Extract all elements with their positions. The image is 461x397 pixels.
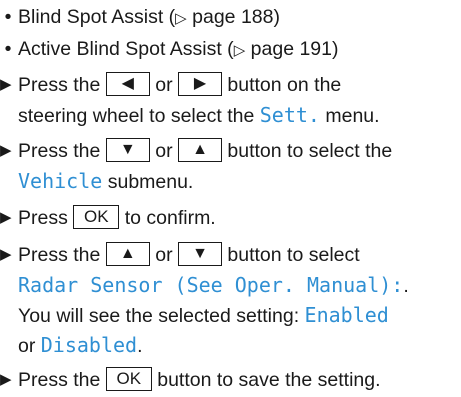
step-arrow-icon: ▶ — [0, 371, 12, 388]
step-text: or — [155, 244, 173, 266]
step-text: . — [403, 275, 409, 297]
ok-button-key: OK — [73, 204, 120, 229]
step-arrow-icon: ▶ — [0, 209, 12, 226]
bullet-label: Active Blind Spot Assist — [18, 38, 222, 60]
step-arrow-icon: ▶ — [0, 246, 12, 263]
bullet-label: Blind Spot Assist — [18, 6, 164, 28]
manual-page: • Blind Spot Assist (▷ page 188) • Activ… — [0, 0, 461, 397]
step-text: menu. — [325, 105, 380, 127]
step-text: . — [137, 335, 143, 357]
step-text: or — [18, 335, 36, 357]
page-ref: page 191 — [250, 38, 332, 60]
step-text: or — [155, 74, 173, 96]
step-text: Press — [18, 207, 68, 229]
step-text: button on the — [227, 74, 342, 96]
step-arrow-icon: ▶ — [0, 142, 12, 159]
step-text: Press the — [18, 74, 101, 96]
step-arrow-icon: ▶ — [0, 76, 12, 93]
left-button-key: ◀ — [105, 71, 150, 96]
step-text: button to select — [227, 244, 360, 266]
step-text: Press the — [18, 369, 101, 391]
page-ref-icon: ▷ — [233, 42, 246, 59]
step-text: Press the — [18, 140, 101, 162]
down-button-key: ▼ — [177, 241, 222, 266]
up-button-key: ▲ — [177, 137, 222, 162]
step-text: Press the — [18, 244, 101, 266]
setting-value-enabled: Enabled — [304, 303, 389, 327]
page-ref: page 188 — [192, 6, 274, 28]
step-text: button to select the — [227, 140, 393, 162]
menu-item-radar-sensor: Radar Sensor (See Oper. Manual): — [18, 273, 404, 297]
menu-name-sett: Sett. — [259, 103, 320, 127]
step-text: to confirm. — [124, 207, 216, 229]
step-text: steering wheel to select the — [18, 105, 255, 127]
page-ref-icon: ▷ — [175, 10, 187, 27]
step-text: button to save the setting. — [157, 369, 381, 391]
submenu-name-vehicle: Vehicle — [18, 169, 103, 193]
step-text: submenu. — [107, 171, 194, 193]
right-button-key: ▶ — [177, 71, 222, 96]
down-button-key: ▼ — [105, 137, 150, 162]
bullet-dot: • — [4, 38, 12, 60]
step-text: or — [155, 140, 173, 162]
step-text: You will see the selected setting: — [18, 305, 300, 327]
bullet-dot: • — [4, 6, 12, 28]
ok-button-key: OK — [105, 366, 152, 391]
up-button-key: ▲ — [105, 241, 150, 266]
setting-value-disabled: Disabled — [40, 333, 138, 357]
